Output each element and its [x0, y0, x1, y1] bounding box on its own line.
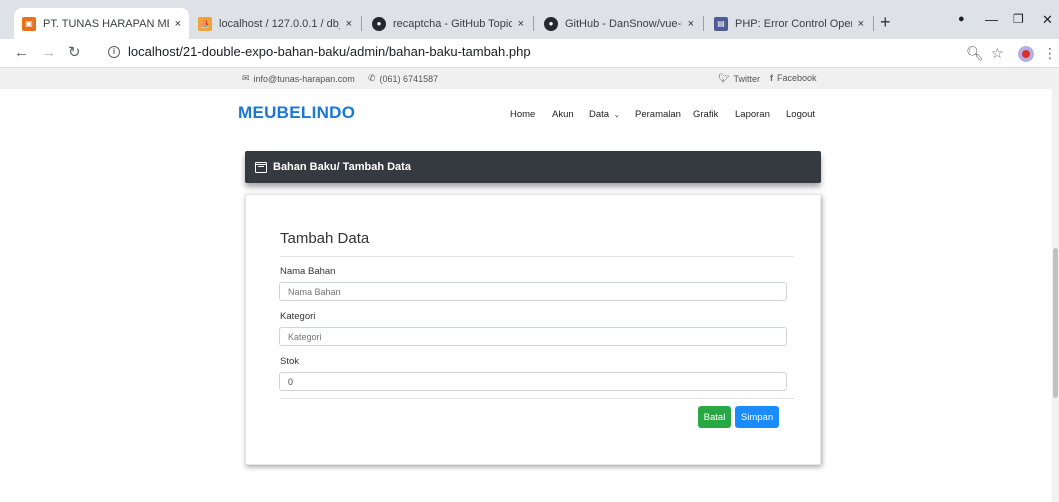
twitter-icon: 🐦︎ — [718, 73, 730, 83]
page-scrollbar[interactable] — [1052, 68, 1059, 502]
facebook-icon: f — [770, 73, 773, 83]
minimize-icon[interactable]: — — [985, 12, 998, 27]
tab-php-error-control[interactable]: ▤ PHP: Error Control Operators × — [706, 8, 872, 39]
form-title: Tambah Data — [280, 230, 370, 247]
twitter-link[interactable]: 🐦︎ Twitter — [718, 73, 760, 84]
address-bar[interactable]: i localhost/21-double-expo-bahan-baku/ad… — [108, 44, 531, 59]
new-tab-button[interactable]: + — [880, 13, 891, 31]
back-arrow-icon[interactable]: ← — [14, 45, 29, 60]
tab-separator — [873, 16, 874, 31]
chrome-menu-circle-icon[interactable]: ● — [958, 13, 965, 25]
restore-window-icon[interactable]: ❐ — [1013, 12, 1024, 26]
envelope-icon: ✉ — [242, 73, 250, 83]
github-icon: ● — [372, 16, 386, 31]
kategori-input[interactable] — [279, 327, 787, 346]
github-icon: ● — [544, 16, 558, 31]
nav-akun[interactable]: Akun — [552, 109, 574, 120]
ptth-favicon-icon: ▣ — [22, 16, 36, 31]
close-window-icon[interactable]: ✕ — [1042, 12, 1053, 28]
tab-title: GitHub - DanSnow/vue-recap — [565, 17, 682, 30]
twitter-text: Twitter — [733, 73, 760, 84]
close-tab-icon[interactable]: × — [175, 18, 181, 30]
zoom-icon[interactable]: 🔍︎ — [966, 45, 984, 62]
tab-separator — [533, 16, 534, 31]
nav-data-label: Data — [589, 109, 610, 120]
brand-logo[interactable]: MEUBELINDO — [238, 103, 355, 123]
nama-bahan-label: Nama Bahan — [280, 266, 336, 277]
browser-tab-strip: ▣ PT. TUNAS HARAPAN MEUBE × ⛵ localhost … — [0, 0, 1059, 39]
divider — [280, 398, 794, 399]
nav-grafik[interactable]: Grafik — [693, 109, 718, 120]
divider — [280, 256, 794, 257]
scrollbar-thumb[interactable] — [1053, 248, 1058, 398]
phpmyadmin-icon: ⛵ — [198, 16, 212, 31]
nama-bahan-input[interactable] — [279, 282, 787, 301]
close-tab-icon[interactable]: × — [346, 18, 352, 30]
kategori-label: Kategori — [280, 311, 316, 322]
browser-toolbar: ← → ↻ i localhost/21-double-expo-bahan-b… — [0, 39, 1059, 68]
archive-icon — [255, 161, 267, 173]
panel-header: Bahan Baku/ Tambah Data — [245, 151, 821, 183]
tab-title: localhost / 127.0.0.1 / db_dou — [219, 17, 340, 30]
stok-label: Stok — [280, 356, 300, 367]
facebook-text: Facebook — [777, 73, 817, 83]
bookmark-star-icon[interactable]: ☆ — [991, 45, 1004, 62]
tab-pt-tunas-harapan[interactable]: ▣ PT. TUNAS HARAPAN MEUBE × — [14, 8, 189, 39]
info-icon[interactable]: i — [108, 45, 120, 58]
phone-icon: ✆ — [368, 73, 376, 83]
tab-phpmyadmin[interactable]: ⛵ localhost / 127.0.0.1 / db_dou × — [190, 8, 360, 39]
profile-avatar-icon[interactable] — [1018, 46, 1034, 62]
tab-github-dansnow[interactable]: ● GitHub - DanSnow/vue-recap × — [536, 8, 702, 39]
email-info: ✉ info@tunas-harapan.com — [242, 73, 355, 84]
nav-data[interactable]: Data ⌄ — [589, 109, 620, 120]
stok-input[interactable] — [279, 372, 787, 391]
panel-title: Bahan Baku/ Tambah Data — [273, 161, 411, 173]
url-text: localhost/21-double-expo-bahan-baku/admi… — [128, 44, 531, 59]
batal-button[interactable]: Batal — [698, 406, 731, 428]
top-info-bar: ✉ info@tunas-harapan.com ✆ (061) 6741587… — [0, 68, 1059, 89]
tab-title: PT. TUNAS HARAPAN MEUBE — [43, 17, 169, 30]
tab-title: recaptcha - GitHub Topics - Gi — [393, 17, 512, 30]
facebook-link[interactable]: f Facebook — [770, 73, 817, 83]
nav-logout[interactable]: Logout — [786, 109, 815, 120]
reload-icon[interactable]: ↻ — [68, 45, 81, 60]
page-content: ✉ info@tunas-harapan.com ✆ (061) 6741587… — [0, 68, 1059, 502]
close-tab-icon[interactable]: × — [688, 18, 694, 30]
tab-title: PHP: Error Control Operators — [735, 17, 852, 30]
php-icon: ▤ — [714, 16, 728, 31]
kebab-menu-icon[interactable]: ⋮ — [1043, 45, 1057, 62]
chevron-down-icon: ⌄ — [613, 112, 620, 119]
phone-info: ✆ (061) 6741587 — [368, 73, 438, 84]
close-tab-icon[interactable]: × — [858, 18, 864, 30]
tab-recaptcha-github[interactable]: ● recaptcha - GitHub Topics - Gi × — [364, 8, 532, 39]
nav-home[interactable]: Home — [510, 109, 535, 120]
phone-text: (061) 6741587 — [379, 73, 439, 84]
tab-separator — [361, 16, 362, 31]
nav-laporan[interactable]: Laporan — [735, 109, 770, 120]
form-card: Tambah Data Nama Bahan Kategori Stok Bat… — [245, 194, 821, 465]
forward-arrow-icon[interactable]: → — [41, 45, 56, 60]
nav-peramalan[interactable]: Peramalan — [635, 109, 681, 120]
simpan-button[interactable]: Simpan — [735, 406, 779, 428]
close-tab-icon[interactable]: × — [518, 18, 524, 30]
tab-separator — [703, 16, 704, 31]
email-text: info@tunas-harapan.com — [253, 73, 355, 84]
